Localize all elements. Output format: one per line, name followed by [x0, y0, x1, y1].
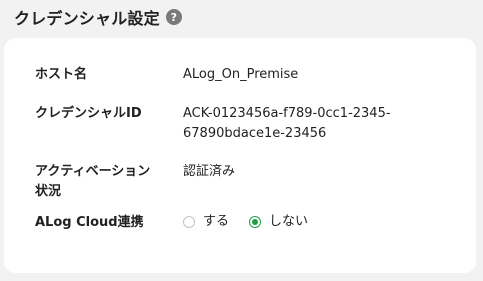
- help-icon[interactable]: ?: [165, 9, 182, 25]
- credential-value-line1: ACK-0123456a-f789-0cc1-2345-: [183, 106, 391, 121]
- activation-status-value: 認証済み: [183, 164, 236, 179]
- activation-label-line1: アクティベーション: [35, 164, 151, 179]
- credential-value-line2: 67890bdace1e-23456: [183, 126, 327, 141]
- host-label: ホスト名: [35, 67, 88, 82]
- host-value: ALog_On_Premise: [183, 67, 299, 82]
- page-title: クレデンシャル設定: [14, 9, 160, 28]
- radio-enable[interactable]: [183, 216, 195, 228]
- section-header: クレデンシャル設定 ?: [14, 5, 182, 29]
- radio-disable-label[interactable]: しない: [269, 212, 308, 232]
- activation-label-line2: 状況: [35, 184, 62, 199]
- cloud-link-radio-group: する しない: [183, 212, 328, 232]
- credential-card: ホスト名 ALog_On_Premise クレデンシャルID ACK-01234…: [4, 38, 476, 273]
- credential-label: クレデンシャルID: [35, 106, 142, 121]
- cloud-link-label: ALog Cloud連携: [35, 215, 144, 230]
- radio-disable[interactable]: [249, 216, 262, 228]
- radio-enable-label[interactable]: する: [203, 212, 229, 232]
